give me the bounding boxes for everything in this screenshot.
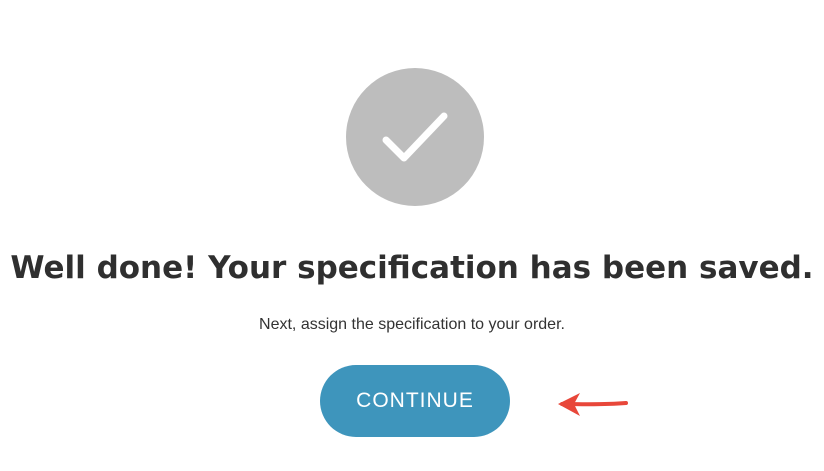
- success-badge: [346, 68, 484, 206]
- continue-button[interactable]: CONTINUE: [320, 365, 510, 437]
- arrow-left-icon: [558, 393, 628, 416]
- success-page: Well done! Your specification has been s…: [0, 0, 824, 471]
- success-heading: Well done! Your specification has been s…: [10, 250, 814, 286]
- checkmark-icon: [382, 112, 448, 162]
- next-step-text: Next, assign the specification to your o…: [259, 316, 565, 333]
